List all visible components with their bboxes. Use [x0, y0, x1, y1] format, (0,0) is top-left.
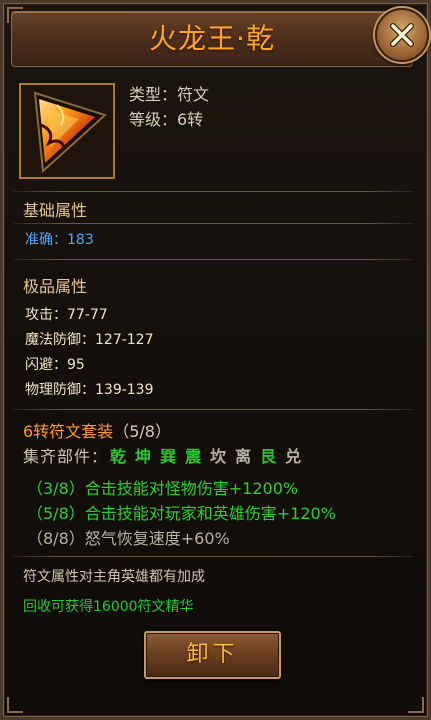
set-part: 震	[185, 447, 203, 466]
divider	[13, 223, 413, 224]
magic-defense-stat: 魔法防御：127-127	[25, 332, 154, 348]
set-part: 坤	[135, 447, 153, 466]
set-parts-label: 集齐部件：	[23, 447, 109, 466]
premium-attributes-heading: 极品属性	[23, 277, 88, 296]
set-part: 艮	[260, 447, 278, 466]
dodge-stat: 闪避：95	[25, 357, 85, 373]
set-part: 兑	[285, 447, 303, 466]
attack-stat: 攻击：77-77	[25, 307, 108, 323]
physical-defense-stat: 物理防御：139-139	[25, 382, 154, 398]
recycle-note: 回收可获得16000符文精华	[23, 599, 194, 615]
set-part: 离	[235, 447, 253, 466]
title-bar: 火龙王·乾	[11, 11, 413, 67]
close-button[interactable]	[375, 8, 429, 62]
corner-ornament	[408, 697, 424, 713]
set-name: 6转符文套装	[23, 422, 114, 441]
corner-ornament	[7, 697, 23, 713]
basic-attributes-heading: 基础属性	[23, 201, 88, 220]
item-type: 类型：符文	[129, 85, 210, 104]
divider	[13, 191, 413, 192]
set-part: 坎	[210, 447, 228, 466]
accuracy-stat: 准确：183	[25, 232, 94, 248]
close-icon	[390, 23, 414, 47]
fire-dragon-rune-icon	[21, 85, 113, 177]
unequip-button[interactable]: 卸下	[144, 631, 281, 679]
set-effect: （8/8）怒气恢复速度+60%	[27, 529, 230, 548]
set-count: （5/8）	[113, 422, 171, 441]
item-title: 火龙王·乾	[149, 22, 275, 55]
divider	[13, 259, 413, 260]
item-tooltip-panel: 火龙王·乾 类型：符文 等级：6转 基础属性 准确：183 极品属性 攻击：77…	[0, 0, 431, 720]
set-effect: （5/8）合击技能对玩家和英雄伤害+120%	[27, 504, 336, 523]
item-level: 等级：6转	[129, 110, 204, 129]
item-icon-frame	[19, 83, 115, 179]
divider	[13, 409, 413, 410]
divider	[13, 556, 413, 557]
set-part: 巽	[160, 447, 178, 466]
hero-bonus-note: 符文属性对主角英雄都有加成	[23, 569, 205, 585]
set-effect: （3/8）合击技能对怪物伤害+1200%	[27, 479, 299, 498]
set-parts-row: 集齐部件：乾坤巽震坎离艮兑	[23, 443, 302, 467]
set-title: 6转符文套装（5/8）	[23, 418, 171, 442]
set-part: 乾	[110, 447, 128, 466]
